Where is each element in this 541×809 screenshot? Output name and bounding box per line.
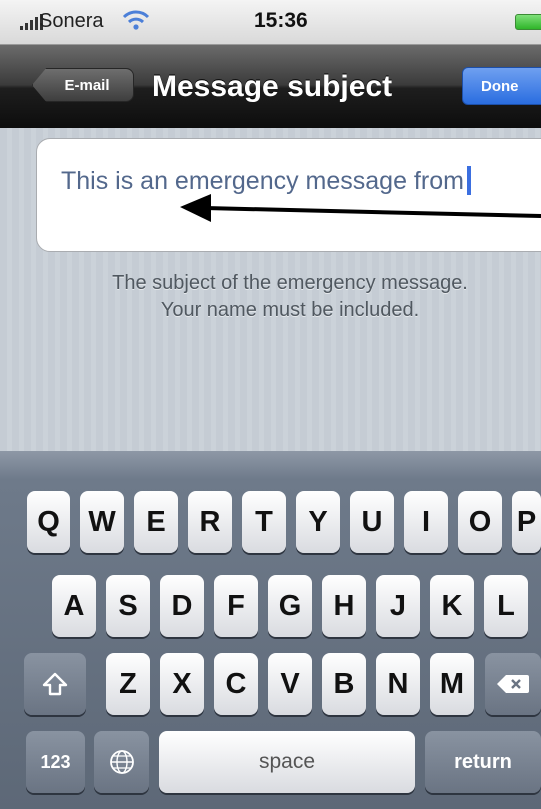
key-g[interactable]: G: [268, 575, 312, 637]
key-y[interactable]: Y: [296, 491, 340, 553]
keyboard: Q W E R T Y U I O P A S D F G H J K L Z …: [0, 451, 541, 809]
numbers-key[interactable]: 123: [26, 731, 85, 793]
key-a[interactable]: A: [52, 575, 96, 637]
navigation-bar: E-mail Message subject Done: [0, 45, 541, 128]
key-j[interactable]: J: [376, 575, 420, 637]
key-o[interactable]: O: [458, 491, 502, 553]
key-r[interactable]: R: [188, 491, 232, 553]
key-p[interactable]: P: [512, 491, 541, 553]
key-c[interactable]: C: [214, 653, 258, 715]
key-f[interactable]: F: [214, 575, 258, 637]
key-l[interactable]: L: [484, 575, 528, 637]
field-hint: The subject of the emergency message. Yo…: [0, 270, 541, 324]
hint-line-1: The subject of the emergency message.: [112, 272, 468, 294]
subject-field[interactable]: This is an emergency message from: [36, 138, 541, 252]
key-n[interactable]: N: [376, 653, 420, 715]
hint-line-2: Your name must be included.: [160, 299, 420, 321]
phone-screen: Sonera 15:36 E-mail Message subject Done…: [0, 0, 541, 809]
page-title: Message subject: [152, 70, 393, 103]
key-d[interactable]: D: [160, 575, 204, 637]
carrier-name: Sonera: [39, 10, 104, 32]
globe-key[interactable]: [94, 731, 149, 793]
text-cursor: [466, 166, 471, 195]
return-key[interactable]: return: [425, 731, 541, 793]
key-h[interactable]: H: [322, 575, 366, 637]
key-s[interactable]: S: [106, 575, 150, 637]
subject-field-value: This is an emergency message from: [61, 167, 464, 195]
key-b[interactable]: B: [322, 653, 366, 715]
key-i[interactable]: I: [404, 491, 448, 553]
key-v[interactable]: V: [268, 653, 312, 715]
key-u[interactable]: U: [350, 491, 394, 553]
key-x[interactable]: X: [160, 653, 204, 715]
key-q[interactable]: Q: [27, 491, 70, 553]
globe-icon: [109, 750, 134, 774]
done-button[interactable]: Done: [462, 67, 541, 105]
key-e[interactable]: E: [134, 491, 178, 553]
shift-icon: [42, 672, 68, 696]
key-t[interactable]: T: [242, 491, 286, 553]
back-button[interactable]: E-mail: [32, 68, 134, 102]
content-area: This is an emergency message from The su…: [0, 128, 541, 451]
delete-icon: [497, 675, 529, 693]
status-bar: Sonera 15:36: [0, 0, 541, 45]
status-time: 15:36: [254, 9, 308, 32]
key-k[interactable]: K: [430, 575, 474, 637]
key-m[interactable]: M: [430, 653, 474, 715]
shift-key[interactable]: [24, 653, 86, 715]
key-z[interactable]: Z: [106, 653, 150, 715]
wifi-icon: [122, 10, 150, 30]
delete-key[interactable]: [485, 653, 541, 715]
subject-field-text: This is an emergency message from: [61, 164, 521, 198]
space-key[interactable]: space: [159, 731, 415, 793]
key-w[interactable]: W: [80, 491, 124, 553]
battery-icon: [515, 14, 541, 30]
